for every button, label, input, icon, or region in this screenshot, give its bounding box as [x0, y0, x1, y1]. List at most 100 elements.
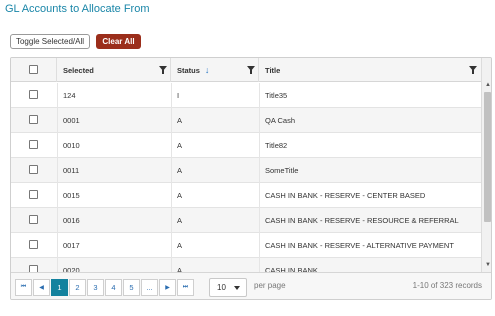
first-page-icon[interactable]: ⏮ [15, 279, 32, 296]
page-size-dropdown[interactable]: 10 [209, 278, 247, 297]
page-button-4[interactable]: 4 [105, 279, 122, 296]
cell-status: A [177, 166, 183, 175]
last-page-icon[interactable]: ⏭ [177, 279, 194, 296]
table-row[interactable]: 0020 A CASH IN BANK [11, 258, 481, 272]
filter-icon[interactable] [247, 66, 255, 74]
toggle-selected-all-button[interactable]: Toggle Selected/All [10, 34, 90, 49]
column-divider [259, 183, 260, 208]
more-pages-button[interactable]: ... [141, 279, 158, 296]
cell-selected: 0016 [63, 216, 80, 225]
column-divider [171, 208, 172, 233]
cell-status: A [177, 266, 183, 272]
column-divider [171, 233, 172, 258]
records-count: 1-10 of 323 records [412, 281, 482, 290]
column-header-selected-label: Selected [63, 65, 94, 75]
header-select-cell [11, 58, 57, 82]
column-divider [259, 233, 260, 258]
table-row[interactable]: 124 I Title35 [11, 83, 481, 108]
cell-selected: 124 [63, 91, 76, 100]
column-divider [171, 83, 172, 108]
page-size-value: 10 [217, 283, 226, 292]
column-divider [259, 133, 260, 158]
row-checkbox[interactable] [29, 165, 38, 174]
filter-icon[interactable] [469, 66, 477, 74]
column-divider [171, 183, 172, 208]
cell-title: Title82 [265, 141, 288, 150]
cell-status: A [177, 141, 183, 150]
row-checkbox[interactable] [29, 240, 38, 249]
grid-body: 124 I Title35 0001 A QA Cash 0010 A Titl… [11, 83, 481, 272]
column-divider [57, 233, 58, 258]
per-page-label: per page [254, 281, 286, 290]
cell-title: CASH IN BANK - RESERVE - CENTER BASED [265, 191, 426, 200]
pagination-bar: ⏮ ◀ 1 2 3 4 5 ... ▶ ⏭ 10 per page 1-10 o… [11, 272, 491, 299]
clear-all-button[interactable]: Clear All [96, 34, 141, 49]
column-header-selected[interactable]: Selected [57, 58, 171, 82]
sort-descending-icon: ↓ [204, 65, 210, 75]
table-row[interactable]: 0001 A QA Cash [11, 108, 481, 133]
column-divider [171, 158, 172, 183]
row-checkbox[interactable] [29, 90, 38, 99]
cell-selected: 0010 [63, 141, 80, 150]
column-header-title[interactable]: Title [259, 58, 481, 82]
gl-accounts-grid: Selected Status ↓ Title 124 I Title35 00… [10, 57, 492, 300]
row-checkbox[interactable] [29, 215, 38, 224]
column-divider [57, 158, 58, 183]
previous-page-icon[interactable]: ◀ [33, 279, 50, 296]
column-divider [259, 83, 260, 108]
cell-title: Title35 [265, 91, 288, 100]
vertical-scrollbar[interactable]: ▲ ▼ [481, 58, 491, 272]
cell-selected: 0020 [63, 266, 80, 272]
table-row[interactable]: 0011 A SomeTitle [11, 158, 481, 183]
select-all-checkbox[interactable] [29, 65, 38, 74]
page-button-3[interactable]: 3 [87, 279, 104, 296]
table-row[interactable]: 0017 A CASH IN BANK - RESERVE - ALTERNAT… [11, 233, 481, 258]
row-checkbox[interactable] [29, 115, 38, 124]
table-row[interactable]: 0010 A Title82 [11, 133, 481, 158]
filter-icon[interactable] [159, 66, 167, 74]
column-divider [259, 108, 260, 133]
cell-selected: 0001 [63, 116, 80, 125]
row-checkbox[interactable] [29, 265, 38, 272]
cell-title: CASH IN BANK - RESERVE - RESOURCE & REFE… [265, 216, 459, 225]
row-checkbox[interactable] [29, 140, 38, 149]
page-title: GL Accounts to Allocate From [5, 3, 150, 15]
column-divider [171, 133, 172, 158]
column-header-status-label: Status [177, 65, 200, 75]
column-divider [57, 258, 58, 272]
cell-title: CASH IN BANK - RESERVE - ALTERNATIVE PAY… [265, 241, 454, 250]
column-divider [171, 108, 172, 133]
column-divider [57, 83, 58, 108]
column-divider [171, 258, 172, 272]
column-divider [57, 208, 58, 233]
cell-selected: 0015 [63, 191, 80, 200]
scroll-up-icon[interactable]: ▲ [485, 82, 491, 88]
scroll-down-icon[interactable]: ▼ [485, 262, 491, 268]
column-divider [259, 258, 260, 272]
column-divider [57, 133, 58, 158]
cell-title: QA Cash [265, 116, 296, 125]
cell-selected: 0011 [63, 166, 80, 175]
page-button-2[interactable]: 2 [69, 279, 86, 296]
cell-title: SomeTitle [265, 166, 299, 175]
column-header-status[interactable]: Status ↓ [171, 58, 259, 82]
page-button-1[interactable]: 1 [51, 279, 68, 296]
next-page-icon[interactable]: ▶ [159, 279, 176, 296]
row-checkbox[interactable] [29, 190, 38, 199]
table-row[interactable]: 0016 A CASH IN BANK - RESERVE - RESOURCE… [11, 208, 481, 233]
column-divider [259, 208, 260, 233]
page-button-5[interactable]: 5 [123, 279, 140, 296]
cell-selected: 0017 [63, 241, 80, 250]
cell-status: I [177, 91, 180, 100]
cell-status: A [177, 116, 183, 125]
column-divider [57, 108, 58, 133]
column-divider [259, 158, 260, 183]
column-divider [57, 183, 58, 208]
cell-title: CASH IN BANK [265, 266, 318, 272]
table-row[interactable]: 0015 A CASH IN BANK - RESERVE - CENTER B… [11, 183, 481, 208]
scrollbar-thumb[interactable] [484, 92, 491, 222]
chevron-down-icon [234, 286, 240, 290]
cell-status: A [177, 191, 183, 200]
cell-status: A [177, 216, 183, 225]
column-header-title-label: Title [265, 65, 281, 75]
